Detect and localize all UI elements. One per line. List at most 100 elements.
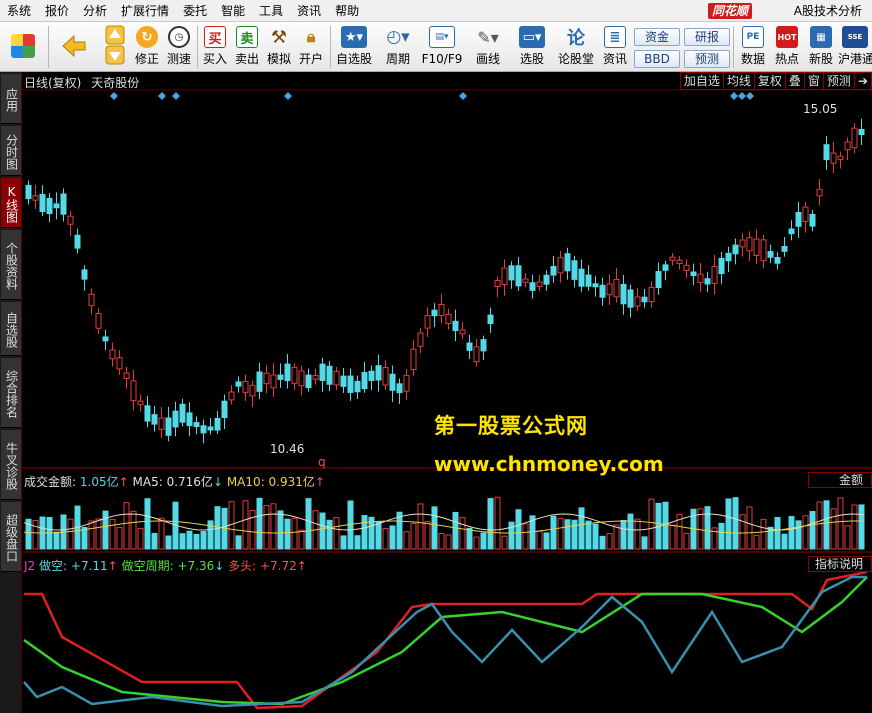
arrow-left-icon bbox=[60, 32, 88, 60]
menu-quote[interactable]: 报价 bbox=[38, 0, 76, 22]
tab-super-orderbook[interactable]: 超级盘口 bbox=[1, 502, 21, 572]
volume-bar bbox=[431, 506, 438, 550]
ma10-value: 0.931亿 bbox=[268, 475, 315, 489]
layout-button[interactable] bbox=[6, 24, 40, 70]
volume-bar bbox=[417, 503, 424, 550]
volume-title: 成交金额: bbox=[24, 475, 77, 489]
back-button[interactable] bbox=[56, 24, 92, 70]
tab-intraday[interactable]: 分时图 bbox=[1, 126, 21, 176]
volume-bar bbox=[753, 534, 760, 550]
candle-up bbox=[123, 372, 130, 380]
candle-down bbox=[305, 374, 312, 389]
capital-button[interactable]: 资金 bbox=[634, 28, 680, 46]
volume-bar bbox=[123, 502, 130, 550]
volume-bar bbox=[340, 535, 347, 550]
candle-down bbox=[620, 283, 627, 305]
next-arrow-icon[interactable]: ➔ bbox=[853, 72, 872, 90]
tab-watchlist[interactable]: 自选股 bbox=[1, 302, 21, 356]
amount-button[interactable]: 金额 bbox=[807, 472, 872, 488]
kline-chart-area[interactable]: 日线(复权) 天奇股份 加自选 均线 复权 叠 窗 预测 ➔ 15.05 10.… bbox=[22, 72, 872, 713]
simulate-button[interactable]: ⚒ 模拟 bbox=[264, 24, 294, 70]
research-button[interactable]: 研报 bbox=[684, 28, 730, 46]
candle-down bbox=[781, 245, 788, 252]
volume-bar bbox=[592, 523, 599, 550]
candle-up bbox=[830, 152, 837, 164]
menu-analysis[interactable]: 分析 bbox=[76, 0, 114, 22]
volume-bar bbox=[235, 535, 242, 550]
volume-bar bbox=[424, 521, 431, 550]
hot-button[interactable]: HOT 热点 bbox=[772, 24, 802, 70]
low-price-label: 10.46 bbox=[270, 442, 305, 456]
long-arrow: ↑ bbox=[296, 559, 307, 573]
candle-down bbox=[179, 403, 186, 423]
bbd-button[interactable]: BBD bbox=[634, 50, 680, 68]
candle-down bbox=[74, 234, 81, 249]
menu-news[interactable]: 资讯 bbox=[290, 0, 328, 22]
data-button[interactable]: PE 数据 bbox=[738, 24, 768, 70]
tab-stock-profile[interactable]: 个股资料 bbox=[1, 230, 21, 300]
hk-connect-button[interactable]: SSE 沪港通 bbox=[838, 24, 872, 70]
news-button[interactable]: ≣ 资讯 bbox=[600, 24, 630, 70]
tab-ranking[interactable]: 综合排名 bbox=[1, 358, 21, 428]
candle-down bbox=[284, 363, 291, 382]
page-up-down-button[interactable] bbox=[104, 24, 126, 70]
adjust-button[interactable]: 复权 bbox=[753, 72, 786, 90]
volume-bar bbox=[270, 503, 277, 550]
stock-pick-button[interactable]: ▭▾ 选股 bbox=[512, 24, 552, 70]
volume-bar bbox=[298, 529, 305, 550]
open-account-button[interactable]: 🔒︎ 开户 bbox=[296, 24, 326, 70]
candle-down bbox=[354, 380, 361, 393]
menu-tools[interactable]: 工具 bbox=[252, 0, 290, 22]
volume-bar bbox=[95, 518, 102, 550]
watchlist-button[interactable]: ★▾ 自选股 bbox=[334, 24, 374, 70]
correct-button[interactable]: ↻ 修正 bbox=[132, 24, 162, 70]
buy-button[interactable]: 买 买入 bbox=[200, 24, 230, 70]
candle-up bbox=[32, 195, 39, 201]
menu-entrust[interactable]: 委托 bbox=[176, 0, 214, 22]
new-stock-button[interactable]: ▦ 新股 bbox=[806, 24, 836, 70]
forecast-chart-button[interactable]: 预测 bbox=[822, 72, 855, 90]
candle-up bbox=[88, 293, 95, 307]
forum-button[interactable]: 论 论股堂 bbox=[556, 24, 596, 70]
candle-up bbox=[669, 256, 676, 261]
add-watchlist-button[interactable]: 加自选 bbox=[679, 72, 724, 90]
menu-help[interactable]: 帮助 bbox=[328, 0, 366, 22]
indicator-help-button[interactable]: 指标说明 bbox=[807, 556, 872, 572]
overlay-button[interactable]: 叠 bbox=[784, 72, 805, 90]
tab-app[interactable]: 应用 bbox=[1, 74, 21, 124]
candle-up bbox=[424, 315, 431, 329]
menu-extended-quotes[interactable]: 扩展行情 bbox=[114, 0, 176, 22]
volume-bar bbox=[466, 527, 473, 550]
volume-bar bbox=[564, 519, 571, 550]
period-button[interactable]: ◴▾ 周期 bbox=[378, 24, 418, 70]
candle-down bbox=[347, 375, 354, 393]
menu-smart[interactable]: 智能 bbox=[214, 0, 252, 22]
chart-top-buttons: 加自选 均线 复权 叠 窗 预测 ➔ bbox=[679, 72, 872, 90]
volume-bar bbox=[242, 500, 249, 550]
ma-button[interactable]: 均线 bbox=[722, 72, 755, 90]
star-icon: ★▾ bbox=[341, 26, 367, 48]
f10-button[interactable]: ▤▾ F10/F9 bbox=[420, 24, 464, 70]
kline-svg[interactable] bbox=[22, 72, 872, 713]
window-button[interactable]: 窗 bbox=[803, 72, 824, 90]
draw-line-button[interactable]: ✎▾ 画线 bbox=[468, 24, 508, 70]
volume-bar bbox=[599, 535, 606, 550]
candle-down bbox=[662, 264, 669, 271]
volume-bar bbox=[305, 498, 312, 550]
tab-kline[interactable]: K线图 bbox=[1, 178, 21, 228]
volume-bar bbox=[823, 500, 830, 550]
volume-bar bbox=[585, 520, 592, 550]
forecast-button[interactable]: 预测 bbox=[684, 50, 730, 68]
buy-icon: 买 bbox=[204, 26, 226, 48]
sell-button[interactable]: 卖 卖出 bbox=[232, 24, 262, 70]
volume-bar bbox=[571, 519, 578, 550]
candle-down bbox=[102, 336, 109, 342]
menu-system[interactable]: 系统 bbox=[0, 0, 38, 22]
candle-up bbox=[760, 239, 767, 262]
speed-test-button[interactable]: ◷ 测速 bbox=[164, 24, 194, 70]
volume-bar bbox=[459, 517, 466, 550]
volume-bar bbox=[179, 533, 186, 550]
tab-diagnosis[interactable]: 牛叉诊股 bbox=[1, 430, 21, 500]
volume-bar bbox=[186, 530, 193, 550]
volume-bar bbox=[375, 521, 382, 550]
